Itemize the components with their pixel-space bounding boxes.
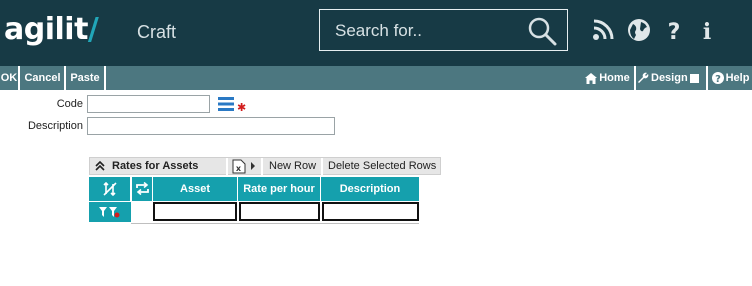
globe-icon[interactable] [627, 18, 651, 42]
rate-per-hour-filter-input[interactable] [239, 202, 320, 221]
design-button[interactable]: Design [637, 66, 705, 90]
clear-filter-icon [99, 207, 120, 218]
grid-bottom-border [131, 223, 419, 224]
rss-icon[interactable] [591, 18, 615, 42]
delete-selected-rows-button[interactable]: Delete Selected Rows [328, 158, 436, 174]
refresh-icon [135, 181, 149, 196]
asset-filter-input[interactable] [153, 202, 237, 221]
question-circle-icon: ? [711, 72, 724, 85]
grid-toolbar-divider [261, 158, 263, 175]
row-spacer [132, 202, 153, 222]
action-toolbar: OK Cancel Paste Home Design ? Help [0, 66, 752, 90]
column-settings-icon [102, 181, 117, 197]
lookup-list-icon[interactable] [218, 97, 234, 111]
design-toggle-icon [689, 73, 699, 83]
search-input[interactable]: Search for.. [335, 21, 422, 41]
svg-text:x: x [236, 164, 242, 173]
toolbar-divider [706, 66, 708, 90]
refresh-header[interactable] [132, 177, 153, 201]
svg-text:?: ? [715, 74, 721, 84]
column-header-asset[interactable]: Asset [153, 177, 238, 201]
code-field[interactable] [87, 95, 210, 113]
cancel-button[interactable]: Cancel [21, 66, 64, 90]
collapse-chevron-icon[interactable] [95, 161, 105, 171]
column-chooser-header[interactable] [89, 177, 131, 201]
paste-button[interactable]: Paste [67, 66, 103, 90]
logo-slash: / [87, 12, 99, 47]
svg-text:i: i [703, 19, 711, 42]
column-header-rate-per-hour[interactable]: Rate per hour [238, 177, 321, 201]
agility-logo[interactable]: agilit/ [4, 12, 99, 47]
logo-text: agilit [4, 12, 88, 47]
help-label: Help [725, 72, 750, 84]
toolbar-divider [104, 66, 106, 90]
wrench-icon [638, 72, 649, 84]
code-label: Code [56, 98, 83, 110]
grid-panel-title: Rates for Assets [112, 160, 199, 172]
search-icon[interactable] [527, 16, 557, 46]
toolbar-divider [18, 66, 20, 90]
app-header: agilit/ Craft Search for.. ? i [0, 0, 752, 66]
home-icon [585, 72, 598, 84]
page-title: Craft [137, 22, 177, 42]
design-label: Design [651, 72, 688, 84]
caret-right-icon[interactable] [250, 162, 256, 170]
help-button[interactable]: ? Help [709, 66, 752, 90]
ok-button[interactable]: OK [0, 66, 18, 90]
grid-toolbar: Rates for Assets x New Row Delete Select… [89, 157, 441, 175]
required-asterisk-icon: ✱ [237, 102, 247, 114]
description-filter-input[interactable] [322, 202, 419, 221]
info-icon[interactable]: i [695, 18, 719, 42]
toolbar-divider [64, 66, 66, 90]
column-header-description[interactable]: Description [321, 177, 419, 201]
description-label: Description [27, 120, 83, 132]
filter-cell[interactable] [89, 202, 131, 222]
grid-toolbar-divider [321, 158, 323, 175]
svg-text:?: ? [668, 20, 681, 42]
toolbar-divider [634, 66, 636, 90]
excel-export-icon[interactable]: x [232, 159, 246, 174]
grid-toolbar-divider [226, 158, 228, 175]
new-row-button[interactable]: New Row [269, 158, 316, 174]
search-box[interactable]: Search for.. [319, 9, 568, 51]
description-field[interactable] [87, 117, 335, 135]
home-label: Home [599, 72, 630, 84]
home-button[interactable]: Home [582, 66, 633, 90]
help-icon[interactable]: ? [662, 18, 686, 42]
